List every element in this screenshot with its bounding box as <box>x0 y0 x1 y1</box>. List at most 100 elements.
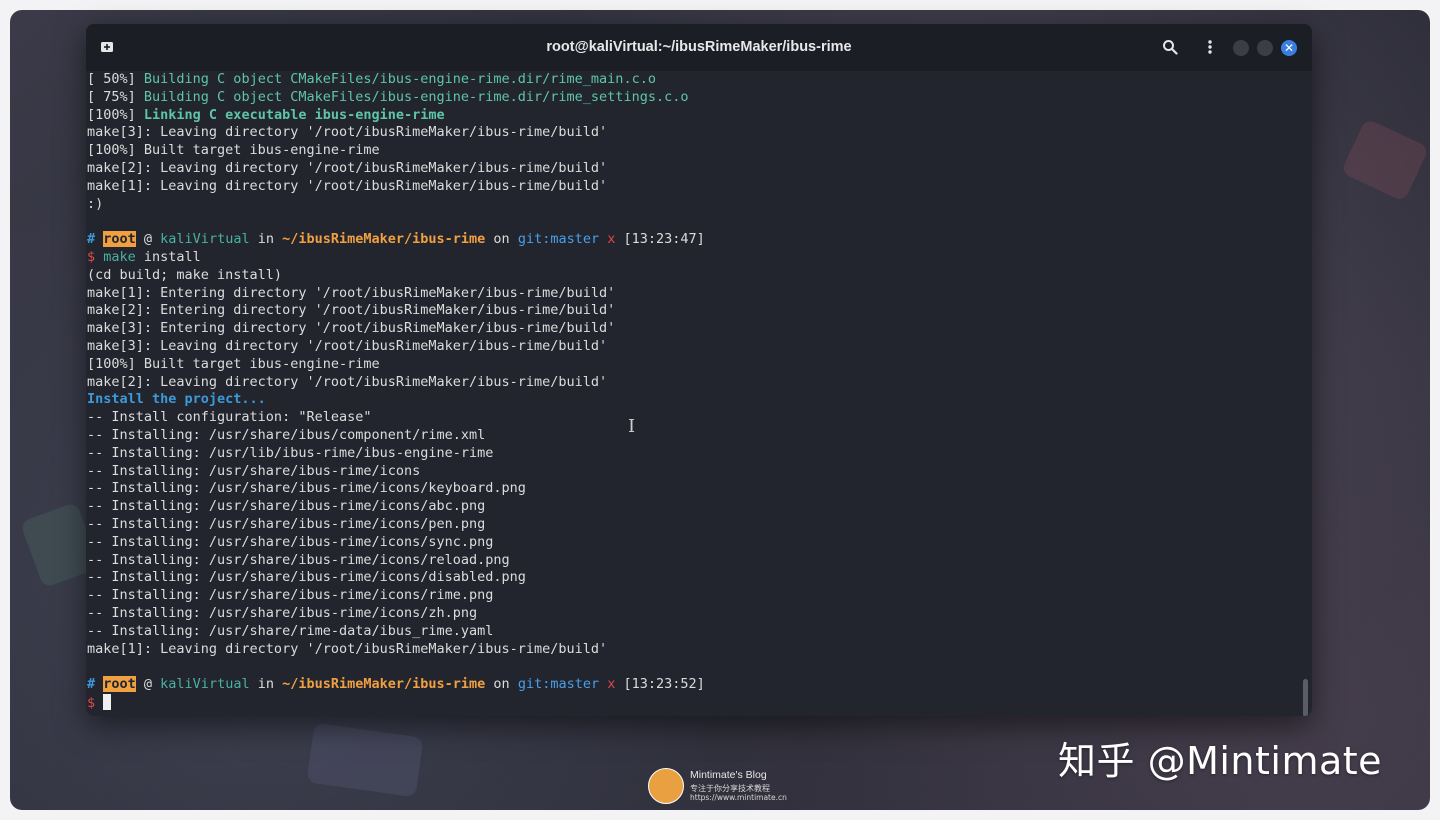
terminal-text: -- Installing: /usr/share/rime-data/ibus… <box>87 622 494 639</box>
terminal-text: make[3]: Leaving directory '/root/ibusRi… <box>87 124 608 141</box>
kebab-menu-icon <box>1208 40 1212 54</box>
terminal-line: -- Installing: /usr/share/ibus-rime/icon… <box>87 463 1298 481</box>
terminal-text: make[3]: Entering directory '/root/ibusR… <box>87 320 616 337</box>
terminal-text: git:master <box>517 231 600 248</box>
terminal-line: -- Installing: /usr/lib/ibus-rime/ibus-e… <box>87 445 1298 463</box>
terminal-text: on <box>485 676 518 693</box>
terminal-text: install <box>135 248 201 265</box>
terminal-output[interactable]: [ 50%] Building C object CMakeFiles/ibus… <box>87 71 1298 716</box>
terminal-text: # <box>87 231 104 248</box>
terminal-text: make[2]: Leaving directory '/root/ibusRi… <box>87 373 608 390</box>
terminal-text: Install the project... <box>87 391 266 408</box>
terminal-line: # root @ kaliVirtual in ~/ibusRimeMaker/… <box>87 231 1298 249</box>
terminal-line: make[1]: Entering directory '/root/ibusR… <box>87 285 1298 303</box>
terminal-line: make[3]: Leaving directory '/root/ibusRi… <box>87 338 1298 356</box>
terminal-text: kaliVirtual <box>160 676 250 693</box>
terminal-line: [100%] Linking C executable ibus-engine-… <box>87 107 1298 125</box>
terminal-text: -- Installing: /usr/lib/ibus-rime/ibus-e… <box>87 444 494 461</box>
terminal-line: [ 75%] Building C object CMakeFiles/ibus… <box>87 89 1298 107</box>
terminal-text: -- Installing: /usr/share/ibus-rime/icon… <box>87 551 510 568</box>
terminal-text: -- Installing: /usr/share/ibus-rime/icon… <box>87 604 478 621</box>
terminal-line: -- Installing: /usr/share/ibus-rime/icon… <box>87 569 1298 587</box>
blog-url: https://www.mintimate.cn <box>690 793 787 802</box>
terminal-text: kaliVirtual <box>160 231 250 248</box>
terminal-line: make[3]: Entering directory '/root/ibusR… <box>87 320 1298 338</box>
terminal-line: [100%] Built target ibus-engine-rime <box>87 356 1298 374</box>
terminal-text: $ <box>87 694 104 711</box>
terminal-text: [100%] <box>87 106 144 123</box>
terminal-text: root <box>103 231 136 248</box>
close-icon: ✕ <box>1283 41 1295 55</box>
terminal-text: -- Installing: /usr/share/ibus-rime/icon… <box>87 462 421 479</box>
terminal-text: -- Installing: /usr/share/ibus-rime/icon… <box>87 480 526 497</box>
terminal-line: make[2]: Entering directory '/root/ibusR… <box>87 302 1298 320</box>
terminal-text: $ <box>87 248 104 265</box>
terminal-text: on <box>485 231 518 248</box>
terminal-text: Linking C executable ibus-engine-rime <box>143 106 445 123</box>
terminal-text: git:master <box>517 676 600 693</box>
menu-button[interactable] <box>1199 36 1221 58</box>
terminal-text: x <box>599 231 624 248</box>
wallpaper-shape <box>1340 118 1430 202</box>
terminal-text: -- Install configuration: "Release" <box>87 409 372 426</box>
terminal-text: (cd build; make install) <box>87 266 283 283</box>
terminal-text: -- Installing: /usr/share/ibus-rime/icon… <box>87 533 494 550</box>
terminal-text: [100%] Built target ibus-engine-rime <box>87 355 380 372</box>
terminal-text: make[1]: Leaving directory '/root/ibusRi… <box>87 177 608 194</box>
terminal-cursor <box>103 693 112 710</box>
close-button[interactable]: ✕ <box>1281 40 1297 56</box>
terminal-line: -- Install configuration: "Release" <box>87 409 1298 427</box>
terminal-line: # root @ kaliVirtual in ~/ibusRimeMaker/… <box>87 676 1298 694</box>
terminal-line: make[1]: Leaving directory '/root/ibusRi… <box>87 641 1298 659</box>
terminal-text: Building C object CMakeFiles/ibus-engine… <box>143 88 689 105</box>
terminal-text: [13:23:47] <box>623 231 705 248</box>
terminal-text: -- Installing: /usr/share/ibus-rime/icon… <box>87 587 494 604</box>
terminal-text: :) <box>87 195 104 212</box>
terminal-line: (cd build; make install) <box>87 267 1298 285</box>
terminal-line: $ make install <box>87 249 1298 267</box>
terminal-text: -- Installing: /usr/share/ibus-rime/icon… <box>87 498 486 515</box>
terminal-line: -- Installing: /usr/share/ibus-rime/icon… <box>87 516 1298 534</box>
terminal-text: @ <box>135 231 161 248</box>
terminal-text: -- Installing: /usr/share/ibus-rime/icon… <box>87 515 486 532</box>
maximize-button[interactable] <box>1257 40 1273 56</box>
terminal-text: x <box>599 676 624 693</box>
terminal-text: -- Installing: /usr/share/ibus-rime/icon… <box>87 569 526 586</box>
terminal-text: # <box>87 676 104 693</box>
terminal-text: make[3]: Leaving directory '/root/ibusRi… <box>87 337 608 354</box>
search-button[interactable] <box>1159 36 1181 58</box>
terminal-line: [ 50%] Building C object CMakeFiles/ibus… <box>87 71 1298 89</box>
text-cursor-icon: I <box>628 416 636 437</box>
terminal-text: make <box>103 248 136 265</box>
terminal-line: make[3]: Leaving directory '/root/ibusRi… <box>87 124 1298 142</box>
terminal-line: -- Installing: /usr/share/ibus-rime/icon… <box>87 605 1298 623</box>
terminal-text: -- Installing: /usr/share/ibus/component… <box>87 426 486 443</box>
terminal-text: in <box>249 676 283 693</box>
terminal-text: make[1]: Entering directory '/root/ibusR… <box>87 284 616 301</box>
terminal-text: ~/ibusRimeMaker/ibus-rime <box>282 676 486 693</box>
terminal-text: make[2]: Leaving directory '/root/ibusRi… <box>87 159 608 176</box>
terminal-text: [ 75%] <box>87 88 144 105</box>
title-bar[interactable]: root@kaliVirtual:~/ibusRimeMaker/ibus-ri… <box>86 24 1312 71</box>
terminal-window[interactable]: root@kaliVirtual:~/ibusRimeMaker/ibus-ri… <box>86 24 1312 716</box>
terminal-text: [13:23:52] <box>623 676 705 693</box>
terminal-line: make[2]: Leaving directory '/root/ibusRi… <box>87 374 1298 392</box>
terminal-text: in <box>249 231 283 248</box>
terminal-line: -- Installing: /usr/share/ibus/component… <box>87 427 1298 445</box>
window-title: root@kaliVirtual:~/ibusRimeMaker/ibus-ri… <box>546 39 852 55</box>
minimize-button[interactable] <box>1233 40 1249 56</box>
terminal-line: -- Installing: /usr/share/ibus-rime/icon… <box>87 552 1298 570</box>
terminal-text: make[1]: Leaving directory '/root/ibusRi… <box>87 640 608 657</box>
terminal-text: root <box>103 676 136 693</box>
terminal-text: @ <box>135 676 161 693</box>
terminal-text: ~/ibusRimeMaker/ibus-rime <box>282 231 486 248</box>
terminal-line: -- Installing: /usr/share/rime-data/ibus… <box>87 623 1298 641</box>
terminal-line: -- Installing: /usr/share/ibus-rime/icon… <box>87 498 1298 516</box>
terminal-line: make[1]: Leaving directory '/root/ibusRi… <box>87 178 1298 196</box>
scrollbar-thumb[interactable] <box>1303 679 1308 716</box>
terminal-text: [ 50%] <box>87 71 144 87</box>
terminal-text: [100%] Built target ibus-engine-rime <box>87 142 380 159</box>
terminal-line: -- Installing: /usr/share/ibus-rime/icon… <box>87 534 1298 552</box>
